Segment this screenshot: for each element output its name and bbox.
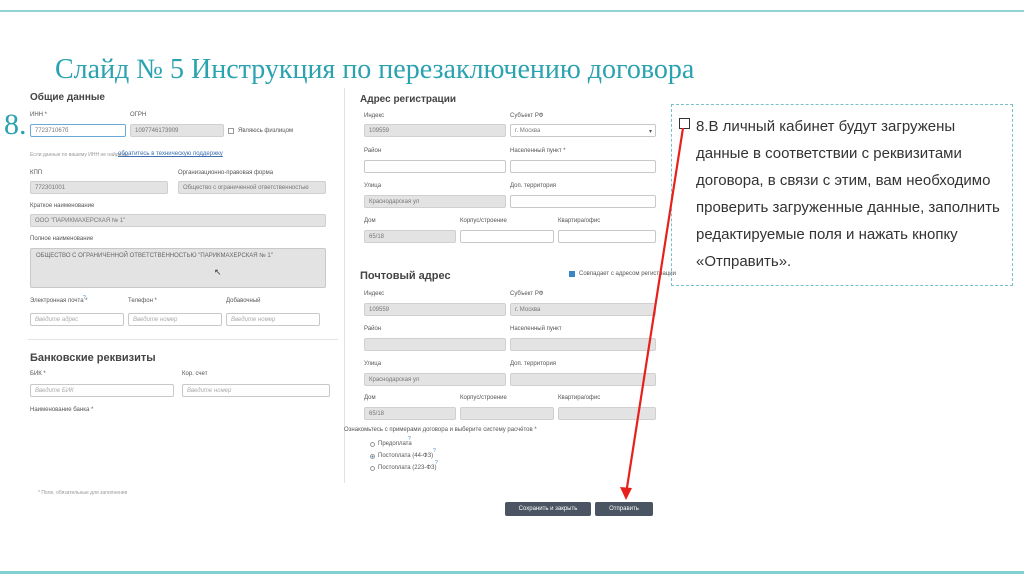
red-arrow-icon xyxy=(620,127,685,500)
